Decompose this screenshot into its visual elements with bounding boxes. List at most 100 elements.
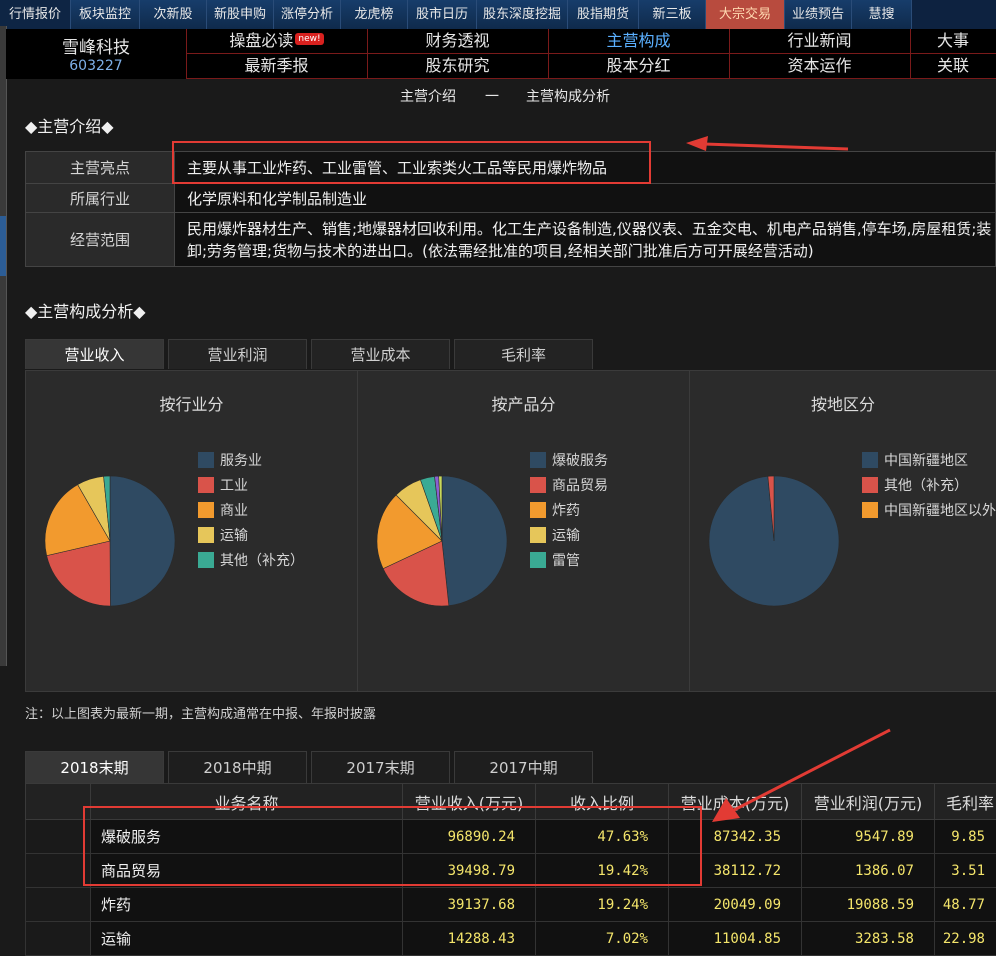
cell-value: 3283.58 [802, 922, 935, 956]
table-annotation-arrow-icon [700, 726, 895, 826]
legend-swatch [198, 477, 214, 493]
chart-panel-industry: 按行业分 服务业工业商业运输其他（补充） [25, 370, 358, 692]
sub-nav-row1-item-1[interactable]: 财务透视 [367, 29, 549, 54]
legend-swatch [198, 527, 214, 543]
chart-tab-2[interactable]: 营业成本 [311, 339, 450, 369]
legend-label: 炸药 [552, 503, 580, 519]
period-tab-1[interactable]: 2018中期 [168, 751, 307, 783]
legend-swatch [862, 477, 878, 493]
top-nav-tab-10[interactable]: 大宗交易 [706, 0, 785, 29]
legend-item[interactable]: 其他（补充） [198, 551, 304, 576]
legend-label: 爆破服务 [552, 453, 608, 469]
intro-label-industry: 所属行业 [26, 184, 175, 213]
top-nav-tab-4[interactable]: 涨停分析 [274, 0, 341, 29]
legend-item[interactable]: 运输 [198, 526, 304, 551]
pie-chart-industry [40, 471, 180, 611]
chart-panel-region: 按地区分 中国新疆地区其他（补充）中国新疆地区以外 [689, 370, 996, 692]
chart-tab-0[interactable]: 营业收入 [25, 339, 164, 369]
legend-label: 中国新疆地区以外 [884, 503, 996, 519]
intro-label-scope: 经营范围 [26, 213, 175, 267]
legend-item[interactable]: 其他（补充） [862, 476, 996, 501]
chart-tab-3[interactable]: 毛利率 [454, 339, 593, 369]
legend-item[interactable]: 炸药 [530, 501, 608, 526]
legend-swatch [198, 502, 214, 518]
legend-item[interactable]: 服务业 [198, 451, 304, 476]
cell-value: 1386.07 [802, 854, 935, 888]
top-nav-tab-8[interactable]: 股指期货 [568, 0, 639, 29]
period-tab-3[interactable]: 2017中期 [454, 751, 593, 783]
legend-product: 爆破服务商品贸易炸药运输雷管 [530, 451, 608, 576]
legend-item[interactable]: 雷管 [530, 551, 608, 576]
legend-industry: 服务业工业商业运输其他（补充） [198, 451, 304, 576]
top-nav-tab-5[interactable]: 龙虎榜 [341, 0, 408, 29]
legend-item[interactable]: 中国新疆地区 [862, 451, 996, 476]
intro-section-title: ◆主营介绍◆ [25, 113, 114, 137]
sub-nav-row2-item-0[interactable]: 最新季报 [186, 54, 368, 79]
period-tab-2[interactable]: 2017末期 [311, 751, 450, 783]
pie-slice-0-0[interactable] [110, 476, 175, 606]
top-nav-tab-2[interactable]: 次新股 [140, 0, 207, 29]
period-tab-0[interactable]: 2018末期 [25, 751, 164, 783]
breadcrumb-analysis[interactable]: 主营构成分析 [526, 86, 610, 106]
intro-value-industry: 化学原料和化学制品制造业 [175, 184, 996, 213]
breadcrumb-intro[interactable]: 主营介绍 [400, 86, 456, 106]
sub-nav-row2-item-1[interactable]: 股东研究 [367, 54, 549, 79]
legend-item[interactable]: 工业 [198, 476, 304, 501]
cell-value: 22.98 [935, 922, 996, 956]
highlight-annotation-box [172, 141, 651, 184]
sub-nav-row1-item-0[interactable]: 操盘必读new! [186, 29, 368, 54]
intro-label-highlight: 主营亮点 [26, 152, 175, 184]
left-side-strip[interactable] [0, 26, 7, 666]
table-annotation-box [83, 806, 702, 886]
row-spacer [26, 888, 91, 922]
cell-value: 7.02% [536, 922, 669, 956]
sub-nav-label: 主营构成 [606, 31, 670, 50]
intro-scope-text: 民用爆炸器材生产、销售;地爆器材回收利用。化工生产设备制造,仪器仪表、五金交电、… [187, 218, 995, 262]
pie-slice-1-0[interactable] [442, 476, 507, 606]
table-row[interactable]: 炸药39137.6819.24%20049.0919088.5948.77 [26, 888, 996, 922]
sub-nav-row1-item-2[interactable]: 主营构成 [548, 29, 730, 54]
pie-chart-region [704, 471, 844, 611]
cell-value: 14288.43 [403, 922, 536, 956]
header-gross-margin[interactable]: 毛利率 [935, 784, 996, 820]
top-nav-tab-6[interactable]: 股市日历 [408, 0, 477, 29]
top-nav-tab-7[interactable]: 股东深度挖掘 [477, 0, 568, 29]
sub-nav-label: 财务透视 [425, 31, 489, 50]
header-spacer [26, 784, 91, 820]
legend-item[interactable]: 运输 [530, 526, 608, 551]
legend-item[interactable]: 中国新疆地区以外 [862, 501, 996, 526]
legend-swatch [198, 452, 214, 468]
top-nav-tab-11[interactable]: 业绩预告 [785, 0, 852, 29]
sub-nav-label: 股东研究 [425, 56, 489, 75]
legend-swatch [862, 502, 878, 518]
stock-code: 603227 [6, 58, 186, 74]
sub-nav-label: 大事 [937, 31, 969, 50]
sub-nav-row2-item-3[interactable]: 资本运作 [729, 54, 911, 79]
sub-nav-row1-item-4[interactable]: 大事 [910, 29, 996, 54]
chart-footnote: 注：以上图表为最新一期，主营构成通常在中报、年报时披露 [25, 703, 376, 722]
legend-item[interactable]: 商品贸易 [530, 476, 608, 501]
sub-nav-row2-item-2[interactable]: 股本分红 [548, 54, 730, 79]
table-row[interactable]: 运输14288.437.02%11004.853283.5822.98 [26, 922, 996, 956]
stock-header: 雪峰科技 603227 [6, 29, 187, 79]
top-nav-tab-3[interactable]: 新股申购 [207, 0, 274, 29]
top-nav-tab-12[interactable]: 慧搜 [852, 0, 912, 29]
legend-item[interactable]: 商业 [198, 501, 304, 526]
annotation-arrow-icon [682, 134, 852, 156]
top-nav-tab-0[interactable]: 行情报价 [0, 0, 71, 29]
cell-business-name: 运输 [91, 922, 403, 956]
chart-title-product: 按产品分 [358, 391, 689, 415]
legend-item[interactable]: 爆破服务 [530, 451, 608, 476]
top-nav-tab-9[interactable]: 新三板 [639, 0, 706, 29]
cell-value: 19.24% [536, 888, 669, 922]
new-badge: new! [295, 33, 323, 45]
top-nav-tab-1[interactable]: 板块监控 [71, 0, 140, 29]
sub-nav-row1-item-3[interactable]: 行业新闻 [729, 29, 911, 54]
chart-tab-1[interactable]: 营业利润 [168, 339, 307, 369]
sub-nav-label: 行业新闻 [787, 31, 851, 50]
cell-value: 9.85 [935, 820, 996, 854]
sub-nav-row2-item-4[interactable]: 关联 [910, 54, 996, 79]
legend-label: 雷管 [552, 553, 580, 569]
legend-swatch [198, 552, 214, 568]
period-tabs: 2018末期2018中期2017末期2017中期 [25, 751, 597, 783]
